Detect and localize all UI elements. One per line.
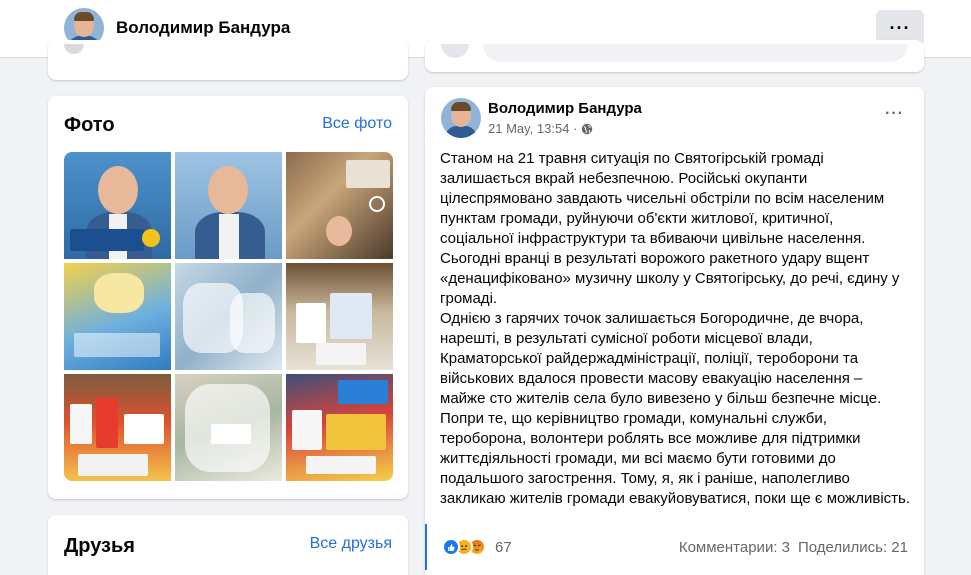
photo-bottle <box>96 398 118 448</box>
photo-box <box>124 414 164 444</box>
avatar-body <box>445 126 477 138</box>
friends-title: Друзья <box>64 535 135 557</box>
shares-count-link[interactable]: Поделились: 21 <box>798 539 908 556</box>
photos-card: Фото Все фото <box>48 96 408 499</box>
post-author-name[interactable]: Володимир Бандура <box>488 100 642 117</box>
photo-banner-logo <box>142 229 160 247</box>
photo-person-face <box>98 166 138 214</box>
avatar-hair <box>74 12 94 21</box>
post-body-text: Станом на 21 травня ситуація по Святогір… <box>440 150 911 507</box>
post-footer: 67 Комментарии: 3 Поделились: 21 <box>425 524 924 570</box>
post-card: Володимир Бандура 21 May, 13:54 · ··· Ст… <box>425 87 924 575</box>
photo-label <box>316 343 366 365</box>
photo-thumbnail[interactable] <box>175 263 282 370</box>
intro-card-partial-icon <box>64 44 84 54</box>
photo-bell-shape <box>94 273 144 313</box>
more-horizontal-icon: ··· <box>889 17 911 38</box>
photo-box <box>296 303 326 343</box>
see-all-photos-link[interactable]: Все фото <box>322 115 392 133</box>
photo-thumbnail[interactable] <box>64 263 171 370</box>
photo-thumbnail[interactable] <box>286 152 393 259</box>
create-post-avatar <box>441 44 469 58</box>
post-timestamp[interactable]: 21 May, 13:54 · <box>488 121 577 136</box>
post-author-avatar[interactable] <box>441 98 481 138</box>
avatar-hair <box>451 102 471 111</box>
post-more-options-icon[interactable]: ··· <box>885 105 904 123</box>
photo-thumbnail[interactable] <box>175 374 282 481</box>
video-icon <box>369 196 385 212</box>
post-engagement-stats: Комментарии: 3 Поделились: 21 <box>679 539 908 556</box>
create-post-card <box>425 40 924 72</box>
photo-poster <box>346 160 390 188</box>
photos-title: Фото <box>64 114 115 136</box>
photo-label <box>306 456 376 474</box>
photo-box <box>338 380 388 404</box>
comments-count-link[interactable]: Комментарии: 3 <box>679 539 790 556</box>
photo-caption-area <box>74 333 160 357</box>
photo-thumbnail[interactable] <box>286 263 393 370</box>
photo-person-shirt <box>219 214 239 259</box>
photo-person-face <box>208 166 248 214</box>
photo-box <box>292 410 322 450</box>
photo-thumbnail[interactable] <box>175 152 282 259</box>
photo-thumbnail[interactable] <box>64 374 171 481</box>
reaction-count: 67 <box>495 538 512 556</box>
intro-card <box>48 40 408 80</box>
see-all-friends-link[interactable]: Все друзья <box>310 535 392 553</box>
photo-banner <box>70 229 144 251</box>
photo-bottle <box>70 404 92 444</box>
photo-thumbnail[interactable] <box>64 152 171 259</box>
profile-name[interactable]: Володимир Бандура <box>116 18 290 38</box>
photo-box <box>326 414 386 450</box>
photo-label <box>211 424 251 444</box>
photo-label <box>78 454 148 476</box>
create-post-input[interactable] <box>483 44 908 62</box>
reactions-summary[interactable]: 67 <box>442 538 512 556</box>
photo-thumbnail[interactable] <box>286 374 393 481</box>
friends-card: Друзья Все друзья <box>48 515 408 575</box>
photo-package <box>230 293 275 353</box>
photo-grid <box>64 152 393 481</box>
like-reaction-icon <box>442 538 460 556</box>
photo-box <box>330 293 372 339</box>
post-meta: 21 May, 13:54 · <box>488 121 593 136</box>
globe-icon <box>582 123 593 134</box>
photo-person-face <box>326 216 352 246</box>
